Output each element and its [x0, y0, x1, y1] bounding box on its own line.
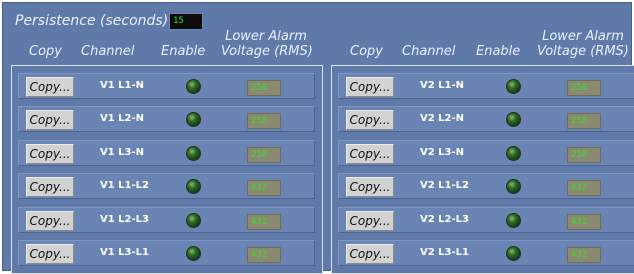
channel-label: V1 L2-N [100, 113, 145, 124]
led-indicator-icon[interactable] [186, 146, 201, 161]
voltage-input[interactable]: 250 [567, 80, 601, 96]
led-indicator-icon[interactable] [506, 213, 521, 228]
led-indicator-icon[interactable] [186, 213, 201, 228]
voltage-input[interactable]: 432 [247, 180, 281, 196]
led-indicator-icon[interactable] [506, 146, 521, 161]
channel-row: Copy... V2 L2-L3 432 [338, 207, 634, 233]
voltage-input[interactable]: 432 [247, 247, 281, 263]
voltage-header-line2-left: Voltage (RMS) [221, 44, 313, 59]
channel-label: V2 L1-N [420, 80, 465, 91]
channel-row: Copy... V1 L1-L2 432 [18, 173, 315, 199]
channel-row: Copy... V2 L2-N 250 [338, 106, 634, 132]
channel-label: V1 L3-L1 [100, 247, 149, 258]
voltage-header-line1-left: Lower Alarm [225, 29, 307, 44]
led-indicator-icon[interactable] [186, 246, 201, 261]
copy-button[interactable]: Copy... [346, 211, 394, 231]
led-indicator-icon[interactable] [186, 179, 201, 194]
copy-button[interactable]: Copy... [26, 110, 74, 130]
copy-button[interactable]: Copy... [26, 244, 74, 264]
alarm-settings-panel: Persistence (seconds) 15 Copy Channel En… [2, 2, 634, 274]
led-indicator-icon[interactable] [506, 79, 521, 94]
channel-label: V2 L2-L3 [420, 214, 469, 225]
channel-label: V2 L3-L1 [420, 247, 469, 258]
channel-column-header-left: Channel [81, 44, 135, 59]
enable-column-header-right: Enable [476, 44, 521, 59]
copy-button[interactable]: Copy... [346, 144, 394, 164]
channel-label: V1 L3-N [100, 147, 145, 158]
channel-row: Copy... V1 L2-N 250 [18, 106, 315, 132]
channel-label: V2 L1-L2 [420, 180, 469, 191]
voltage-input[interactable]: 432 [567, 247, 601, 263]
voltage-header-line1-right: Lower Alarm [542, 29, 624, 44]
persistence-input[interactable]: 15 [169, 13, 203, 30]
copy-button[interactable]: Copy... [346, 77, 394, 97]
voltage-input[interactable]: 250 [567, 113, 601, 129]
channel-label: V1 L1-N [100, 80, 145, 91]
voltage-input[interactable]: 250 [247, 147, 281, 163]
voltage-input[interactable]: 432 [567, 214, 601, 230]
right-channel-group: Copy... V2 L1-N 250 Copy... V2 L2-N 250 … [331, 65, 634, 274]
copy-column-header-right: Copy [350, 44, 383, 59]
channel-label: V2 L2-N [420, 113, 465, 124]
copy-button[interactable]: Copy... [26, 211, 74, 231]
channel-row: Copy... V1 L3-N 250 [18, 140, 315, 166]
copy-button[interactable]: Copy... [346, 110, 394, 130]
voltage-input[interactable]: 250 [567, 147, 601, 163]
copy-column-header-left: Copy [29, 44, 62, 59]
voltage-input[interactable]: 250 [247, 113, 281, 129]
channel-column-header-right: Channel [402, 44, 456, 59]
channel-row: Copy... V1 L1-N 250 [18, 73, 315, 99]
voltage-column-header-right: Lower Alarm Voltage (RMS) [536, 29, 630, 59]
voltage-header-line2-right: Voltage (RMS) [537, 44, 629, 59]
copy-button[interactable]: Copy... [26, 77, 74, 97]
persistence-label: Persistence (seconds) [15, 13, 169, 29]
channel-row: Copy... V2 L1-L2 432 [338, 173, 634, 199]
voltage-input[interactable]: 250 [247, 80, 281, 96]
led-indicator-icon[interactable] [506, 179, 521, 194]
copy-button[interactable]: Copy... [26, 144, 74, 164]
led-indicator-icon[interactable] [506, 112, 521, 127]
voltage-column-header-left: Lower Alarm Voltage (RMS) [221, 29, 313, 59]
channel-row: Copy... V1 L3-L1 432 [18, 240, 315, 266]
voltage-input[interactable]: 432 [567, 180, 601, 196]
channel-row: Copy... V1 L2-L3 432 [18, 207, 315, 233]
copy-button[interactable]: Copy... [26, 177, 74, 197]
led-indicator-icon[interactable] [506, 246, 521, 261]
voltage-input[interactable]: 432 [247, 214, 281, 230]
channel-label: V1 L2-L3 [100, 214, 149, 225]
copy-button[interactable]: Copy... [346, 244, 394, 264]
channel-label: V1 L1-L2 [100, 180, 149, 191]
led-indicator-icon[interactable] [186, 79, 201, 94]
enable-column-header-left: Enable [161, 44, 206, 59]
copy-button[interactable]: Copy... [346, 177, 394, 197]
channel-row: Copy... V2 L3-N 250 [338, 140, 634, 166]
left-channel-group: Copy... V1 L1-N 250 Copy... V1 L2-N 250 … [11, 65, 323, 274]
channel-label: V2 L3-N [420, 147, 465, 158]
channel-row: Copy... V2 L1-N 250 [338, 73, 634, 99]
led-indicator-icon[interactable] [186, 112, 201, 127]
channel-row: Copy... V2 L3-L1 432 [338, 240, 634, 266]
